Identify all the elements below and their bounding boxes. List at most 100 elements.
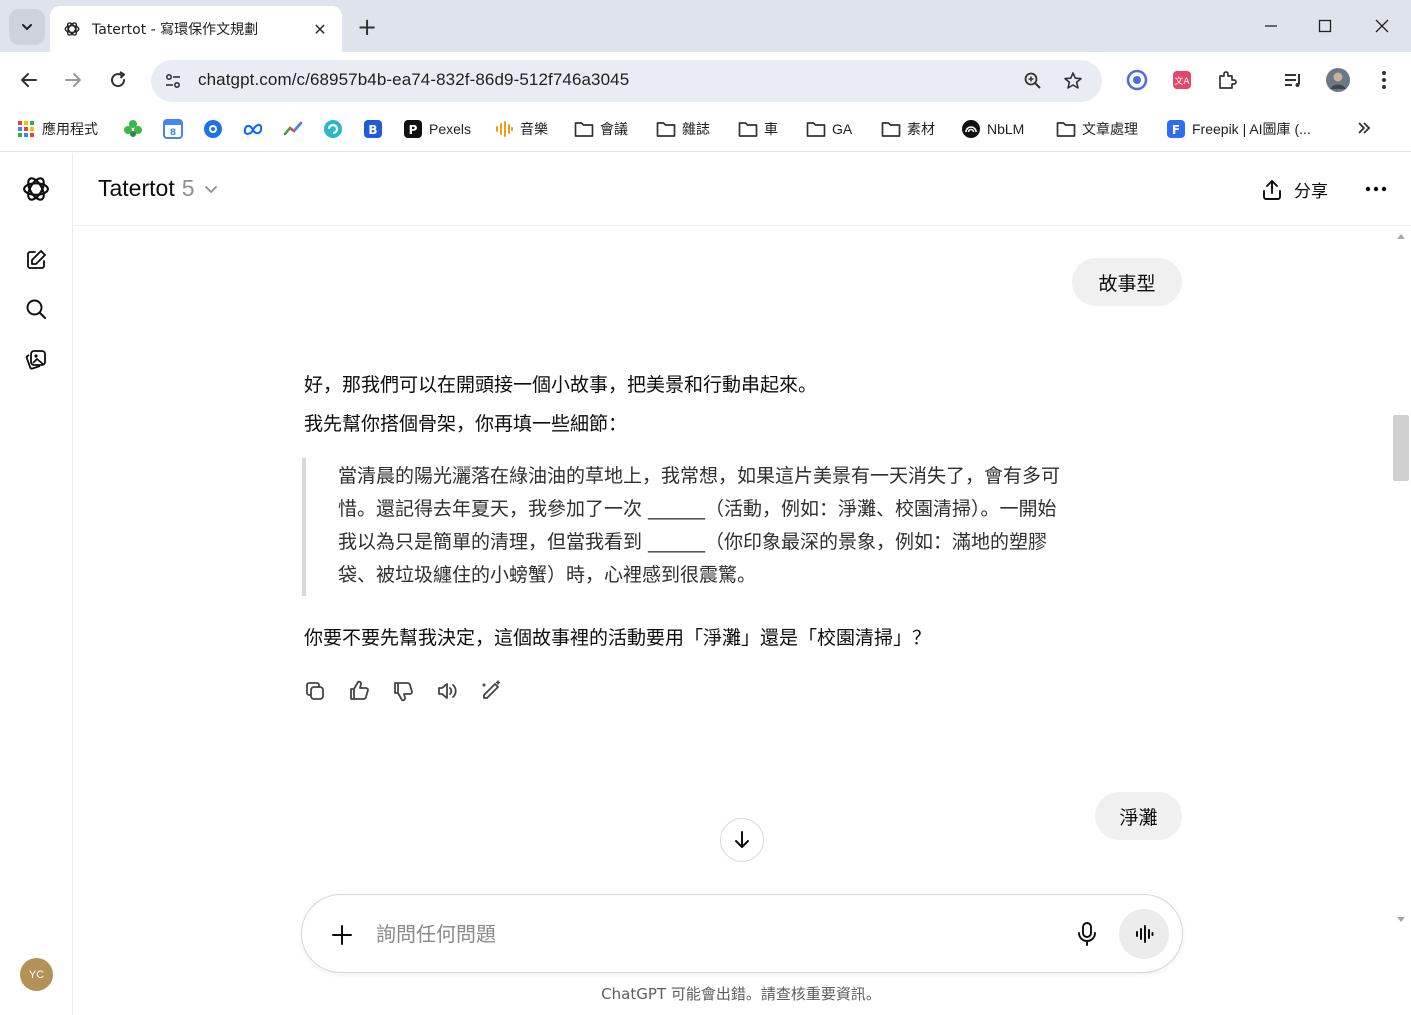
- quote-line: 惜。還記得去年夏天，我參加了一次 ______（活動，例如：淨灘、校園清掃）。一…: [338, 498, 1057, 520]
- model-version: 5: [181, 175, 195, 201]
- active-tab[interactable]: Tatertot - 寫環保作文規劃 ✕: [50, 6, 342, 52]
- bookmark-folder-ga[interactable]: GA: [806, 118, 852, 140]
- folder-icon: [574, 119, 594, 139]
- folder-icon: [738, 119, 758, 139]
- more-bookmarks-button[interactable]: [1356, 118, 1372, 140]
- profile-avatar-icon[interactable]: [1324, 66, 1352, 94]
- back-button[interactable]: [13, 64, 45, 96]
- double-chevron-right-icon: [1356, 120, 1372, 139]
- thumbs-down-button[interactable]: [389, 677, 417, 705]
- b-logo-icon: B: [363, 119, 383, 139]
- tab-search-button[interactable]: [9, 9, 45, 45]
- bookmark-folder-car[interactable]: 車: [738, 118, 778, 140]
- chat-sidebar: YC: [0, 153, 73, 1015]
- share-icon: [1260, 178, 1284, 202]
- copy-button[interactable]: [301, 677, 329, 705]
- folder-icon: [806, 119, 826, 139]
- arrow-left-icon: [21, 73, 37, 87]
- media-control-icon[interactable]: [1279, 66, 1307, 94]
- bookmark-folder-meetings[interactable]: 會議: [574, 118, 628, 140]
- thumbs-up-button[interactable]: [345, 677, 373, 705]
- scrollbar-thumb[interactable]: [1393, 415, 1409, 481]
- bookmark-b-app[interactable]: B: [363, 118, 389, 140]
- reload-icon: [111, 71, 126, 88]
- plus-icon: [332, 925, 352, 945]
- bookmark-folder-articles[interactable]: 文章處理: [1056, 118, 1138, 140]
- voice-mode-button[interactable]: [1119, 909, 1169, 959]
- tab-title: Tatertot - 寫環保作文規劃: [92, 22, 259, 38]
- bookmark-clover[interactable]: [123, 118, 149, 140]
- openai-favicon-icon: [62, 19, 82, 39]
- model-name: Tatertot: [98, 175, 175, 201]
- bookmark-circle-app[interactable]: [203, 118, 229, 140]
- disclaimer-text: ChatGPT 可能會出錯。請查核重要資訊。: [601, 985, 881, 1003]
- bookmark-apps[interactable]: 應用程式: [16, 118, 98, 140]
- prompt-input[interactable]: [376, 917, 1056, 951]
- swirl-icon: [323, 119, 343, 139]
- edit-in-canvas-button[interactable]: [477, 677, 505, 705]
- bookmark-freepik[interactable]: F Freepik | AI圖庫 (...: [1166, 118, 1311, 140]
- bookmark-meta[interactable]: [243, 118, 269, 140]
- bookmark-star-icon[interactable]: [1061, 69, 1085, 93]
- close-tab-icon[interactable]: ✕: [310, 19, 330, 39]
- chrome-menu-icon[interactable]: [1370, 66, 1398, 94]
- calendar-icon: 8: [163, 119, 183, 139]
- quote-line: 我以為只是簡單的清理，但當我看到 ______（你印象最深的景象，例如：滿地的塑…: [338, 531, 1048, 553]
- circle-logo-icon: [203, 119, 223, 139]
- scroll-down-arrow-icon: [1397, 917, 1405, 922]
- bookmark-nblm[interactable]: NbLM: [961, 118, 1024, 140]
- bookmark-swirl[interactable]: [323, 118, 349, 140]
- openai-logo-button[interactable]: [20, 173, 52, 205]
- notebooklm-icon: [961, 119, 981, 139]
- svg-text:文A: 文A: [1174, 75, 1190, 87]
- extensions-puzzle-icon[interactable]: [1213, 66, 1241, 94]
- trend-chart-icon: [283, 119, 303, 139]
- model-selector[interactable]: Tatertot 5: [98, 175, 219, 202]
- bookmark-music[interactable]: 音樂: [494, 118, 548, 140]
- new-chat-button[interactable]: [20, 244, 52, 276]
- bookmark-folder-magazine[interactable]: 雜誌: [656, 118, 710, 140]
- translate-extension-icon[interactable]: 文A: [1168, 66, 1196, 94]
- thumbs-up-icon: [350, 680, 369, 700]
- bookmark-calendar[interactable]: 8: [163, 118, 189, 140]
- images-icon: [25, 350, 46, 370]
- zoom-icon[interactable]: [1021, 69, 1045, 93]
- search-icon: [26, 299, 46, 319]
- user-message-bubble: 故事型: [1072, 258, 1182, 306]
- maximize-button[interactable]: [1305, 10, 1345, 42]
- speaker-icon: [438, 683, 457, 699]
- assistant-text-line: 好，那我們可以在開頭接一個小故事，把美景和行動串起來。: [304, 374, 818, 396]
- close-icon: [1375, 19, 1389, 33]
- assistant-text-line: 你要不要先幫我決定，這個故事裡的活動要用「淨灘」還是「校園清掃」？: [304, 627, 932, 649]
- bookmarks-bar: 應用程式 8 B P Pexels 音樂 會議 雜誌 車 GA 素材 NbLM …: [0, 108, 1411, 152]
- grammarly-extension-icon[interactable]: [1123, 66, 1151, 94]
- forward-button[interactable]: [57, 64, 89, 96]
- minimize-button[interactable]: [1251, 10, 1291, 42]
- address-bar[interactable]: chatgpt.com/c/68957b4b-ea74-832f-86d9-51…: [151, 60, 1102, 102]
- close-window-button[interactable]: [1362, 10, 1402, 42]
- read-aloud-button[interactable]: [433, 677, 461, 705]
- attach-button[interactable]: [327, 920, 357, 950]
- library-button[interactable]: [20, 344, 52, 376]
- svg-text:B: B: [368, 123, 377, 137]
- assistant-blockquote: 當清晨的陽光灑落在綠油油的草地上，我常想，如果這片美景有一天消失了，會有多可 惜…: [302, 458, 1182, 596]
- scrollbar-track[interactable]: [1392, 227, 1411, 927]
- scroll-to-bottom-button[interactable]: [720, 818, 764, 862]
- arrow-right-icon: [65, 73, 81, 87]
- svg-text:8: 8: [170, 128, 176, 138]
- apps-grid-icon: [16, 119, 36, 139]
- share-button[interactable]: 分享: [1260, 177, 1328, 202]
- ellipsis-icon: [1365, 186, 1387, 192]
- site-info-icon[interactable]: [161, 69, 185, 93]
- chat-header: Tatertot 5 分享: [74, 153, 1411, 226]
- bookmark-folder-materials[interactable]: 素材: [881, 118, 935, 140]
- new-tab-button[interactable]: +: [352, 12, 382, 42]
- assistant-text-line: 我先幫你搭個骨架，你再填一些細節：: [304, 413, 628, 435]
- search-chats-button[interactable]: [20, 293, 52, 325]
- pexels-icon: P: [403, 119, 423, 139]
- more-options-button[interactable]: [1362, 177, 1390, 201]
- bookmark-trend[interactable]: [283, 118, 309, 140]
- bookmark-pexels[interactable]: P Pexels: [403, 118, 471, 140]
- dictate-button[interactable]: [1072, 919, 1102, 949]
- reload-button[interactable]: [102, 64, 134, 96]
